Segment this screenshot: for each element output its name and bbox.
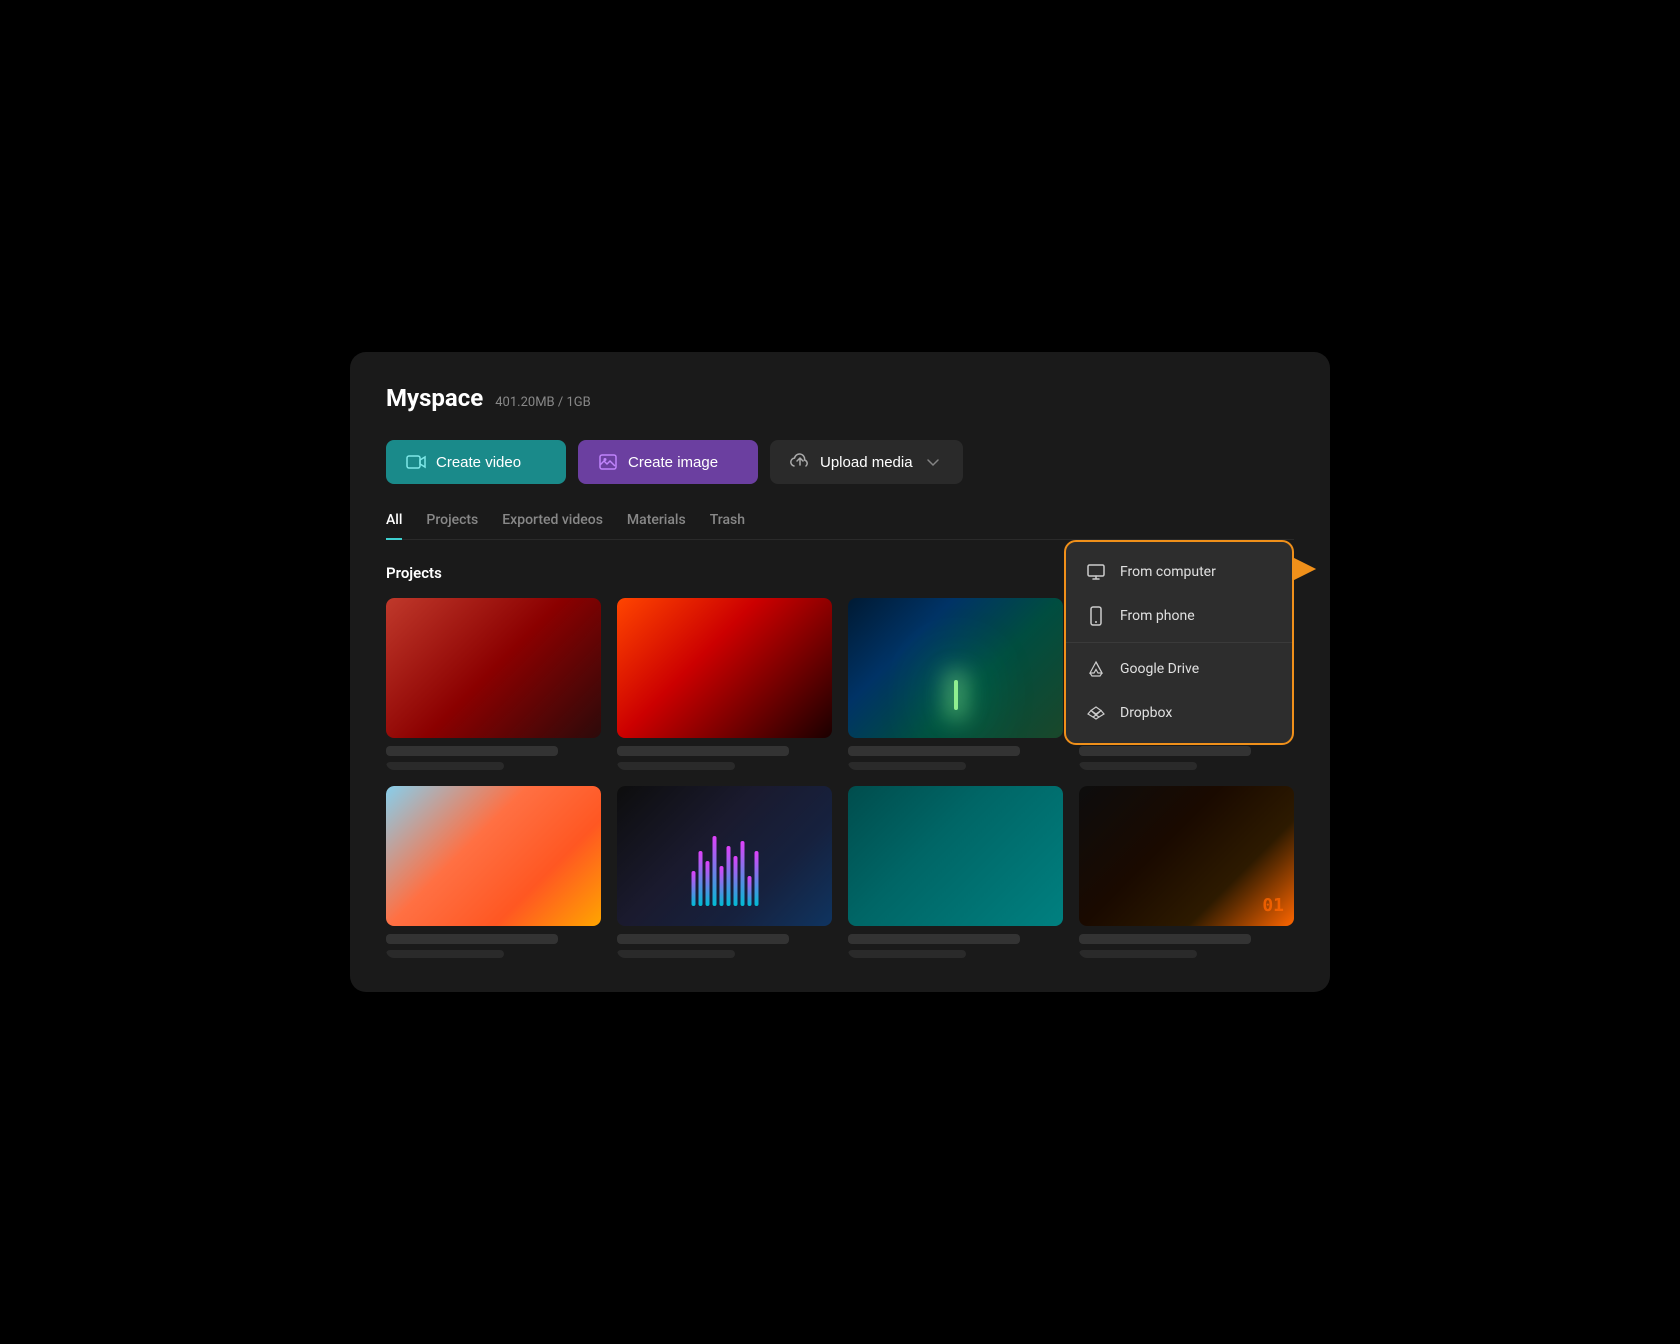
project-name-bar [1079,746,1251,756]
create-image-button[interactable]: Create image [578,440,758,484]
project-meta [386,934,601,958]
upload-dropdown: From computer From phone Google Drive [1064,540,1294,745]
circuit-text: 01 [1262,895,1284,916]
project-date-bar [1079,950,1197,958]
project-date-bar [1079,762,1197,770]
project-thumbnail [848,598,1063,738]
dropdown-item-dropbox[interactable]: Dropbox [1066,691,1292,735]
aurora-glow [954,680,958,710]
video-icon [406,452,426,472]
project-thumbnail [617,598,832,738]
project-card[interactable] [386,598,601,770]
project-date-bar [386,762,504,770]
project-thumbnail: 01 [1079,786,1294,926]
dropdown-item-from-phone[interactable]: From phone [1066,594,1292,638]
pointer-arrow-icon [1292,556,1318,582]
image-icon [598,452,618,472]
project-meta [617,746,832,770]
project-thumbnail [386,786,601,926]
project-date-bar [848,950,966,958]
project-card[interactable] [848,598,1063,770]
toolbar: Create video Create image Upload media [386,440,1294,484]
project-card[interactable] [617,598,832,770]
project-meta [386,746,601,770]
from-phone-label: From phone [1120,608,1195,624]
project-name-bar [1079,934,1251,944]
computer-icon [1086,562,1106,582]
tab-all[interactable]: All [386,512,402,540]
tabs: All Projects Exported videos Materials T… [386,512,1294,540]
project-date-bar [848,762,966,770]
project-meta [848,934,1063,958]
app-window: Myspace 401.20MB / 1GB Create video Crea… [350,352,1330,992]
project-card[interactable] [386,786,601,958]
project-name-bar [617,746,789,756]
tab-exported-videos[interactable]: Exported videos [502,512,603,540]
project-meta [617,934,832,958]
project-name-bar [848,746,1020,756]
project-meta [848,746,1063,770]
project-card[interactable]: 01 [1079,786,1294,958]
tab-trash[interactable]: Trash [710,512,745,540]
project-card[interactable] [848,786,1063,958]
dropbox-label: Dropbox [1120,705,1172,721]
from-computer-label: From computer [1120,564,1216,580]
project-card[interactable] [617,786,832,958]
dropdown-item-google-drive[interactable]: Google Drive [1066,647,1292,691]
project-thumbnail [617,786,832,926]
project-meta [1079,746,1294,770]
create-video-button[interactable]: Create video [386,440,566,484]
header: Myspace 401.20MB / 1GB [386,384,1294,412]
dropdown-divider [1066,642,1292,643]
app-title: Myspace [386,384,483,412]
project-name-bar [386,746,558,756]
project-date-bar [386,950,504,958]
google-drive-icon [1086,659,1106,679]
project-thumbnail [386,598,601,738]
project-date-bar [617,762,735,770]
project-date-bar [617,950,735,958]
project-name-bar [386,934,558,944]
project-meta [1079,934,1294,958]
project-name-bar [617,934,789,944]
phone-icon [1086,606,1106,626]
tab-materials[interactable]: Materials [627,512,686,540]
tab-projects[interactable]: Projects [426,512,478,540]
dropbox-icon [1086,703,1106,723]
dropdown-item-from-computer[interactable]: From computer [1066,550,1292,594]
project-thumbnail [848,786,1063,926]
upload-icon [790,452,810,472]
google-drive-label: Google Drive [1120,661,1199,677]
sound-bars [691,836,758,906]
storage-info: 401.20MB / 1GB [495,395,590,410]
project-name-bar [848,934,1020,944]
upload-media-button[interactable]: Upload media [770,440,963,484]
chevron-down-icon [923,452,943,472]
